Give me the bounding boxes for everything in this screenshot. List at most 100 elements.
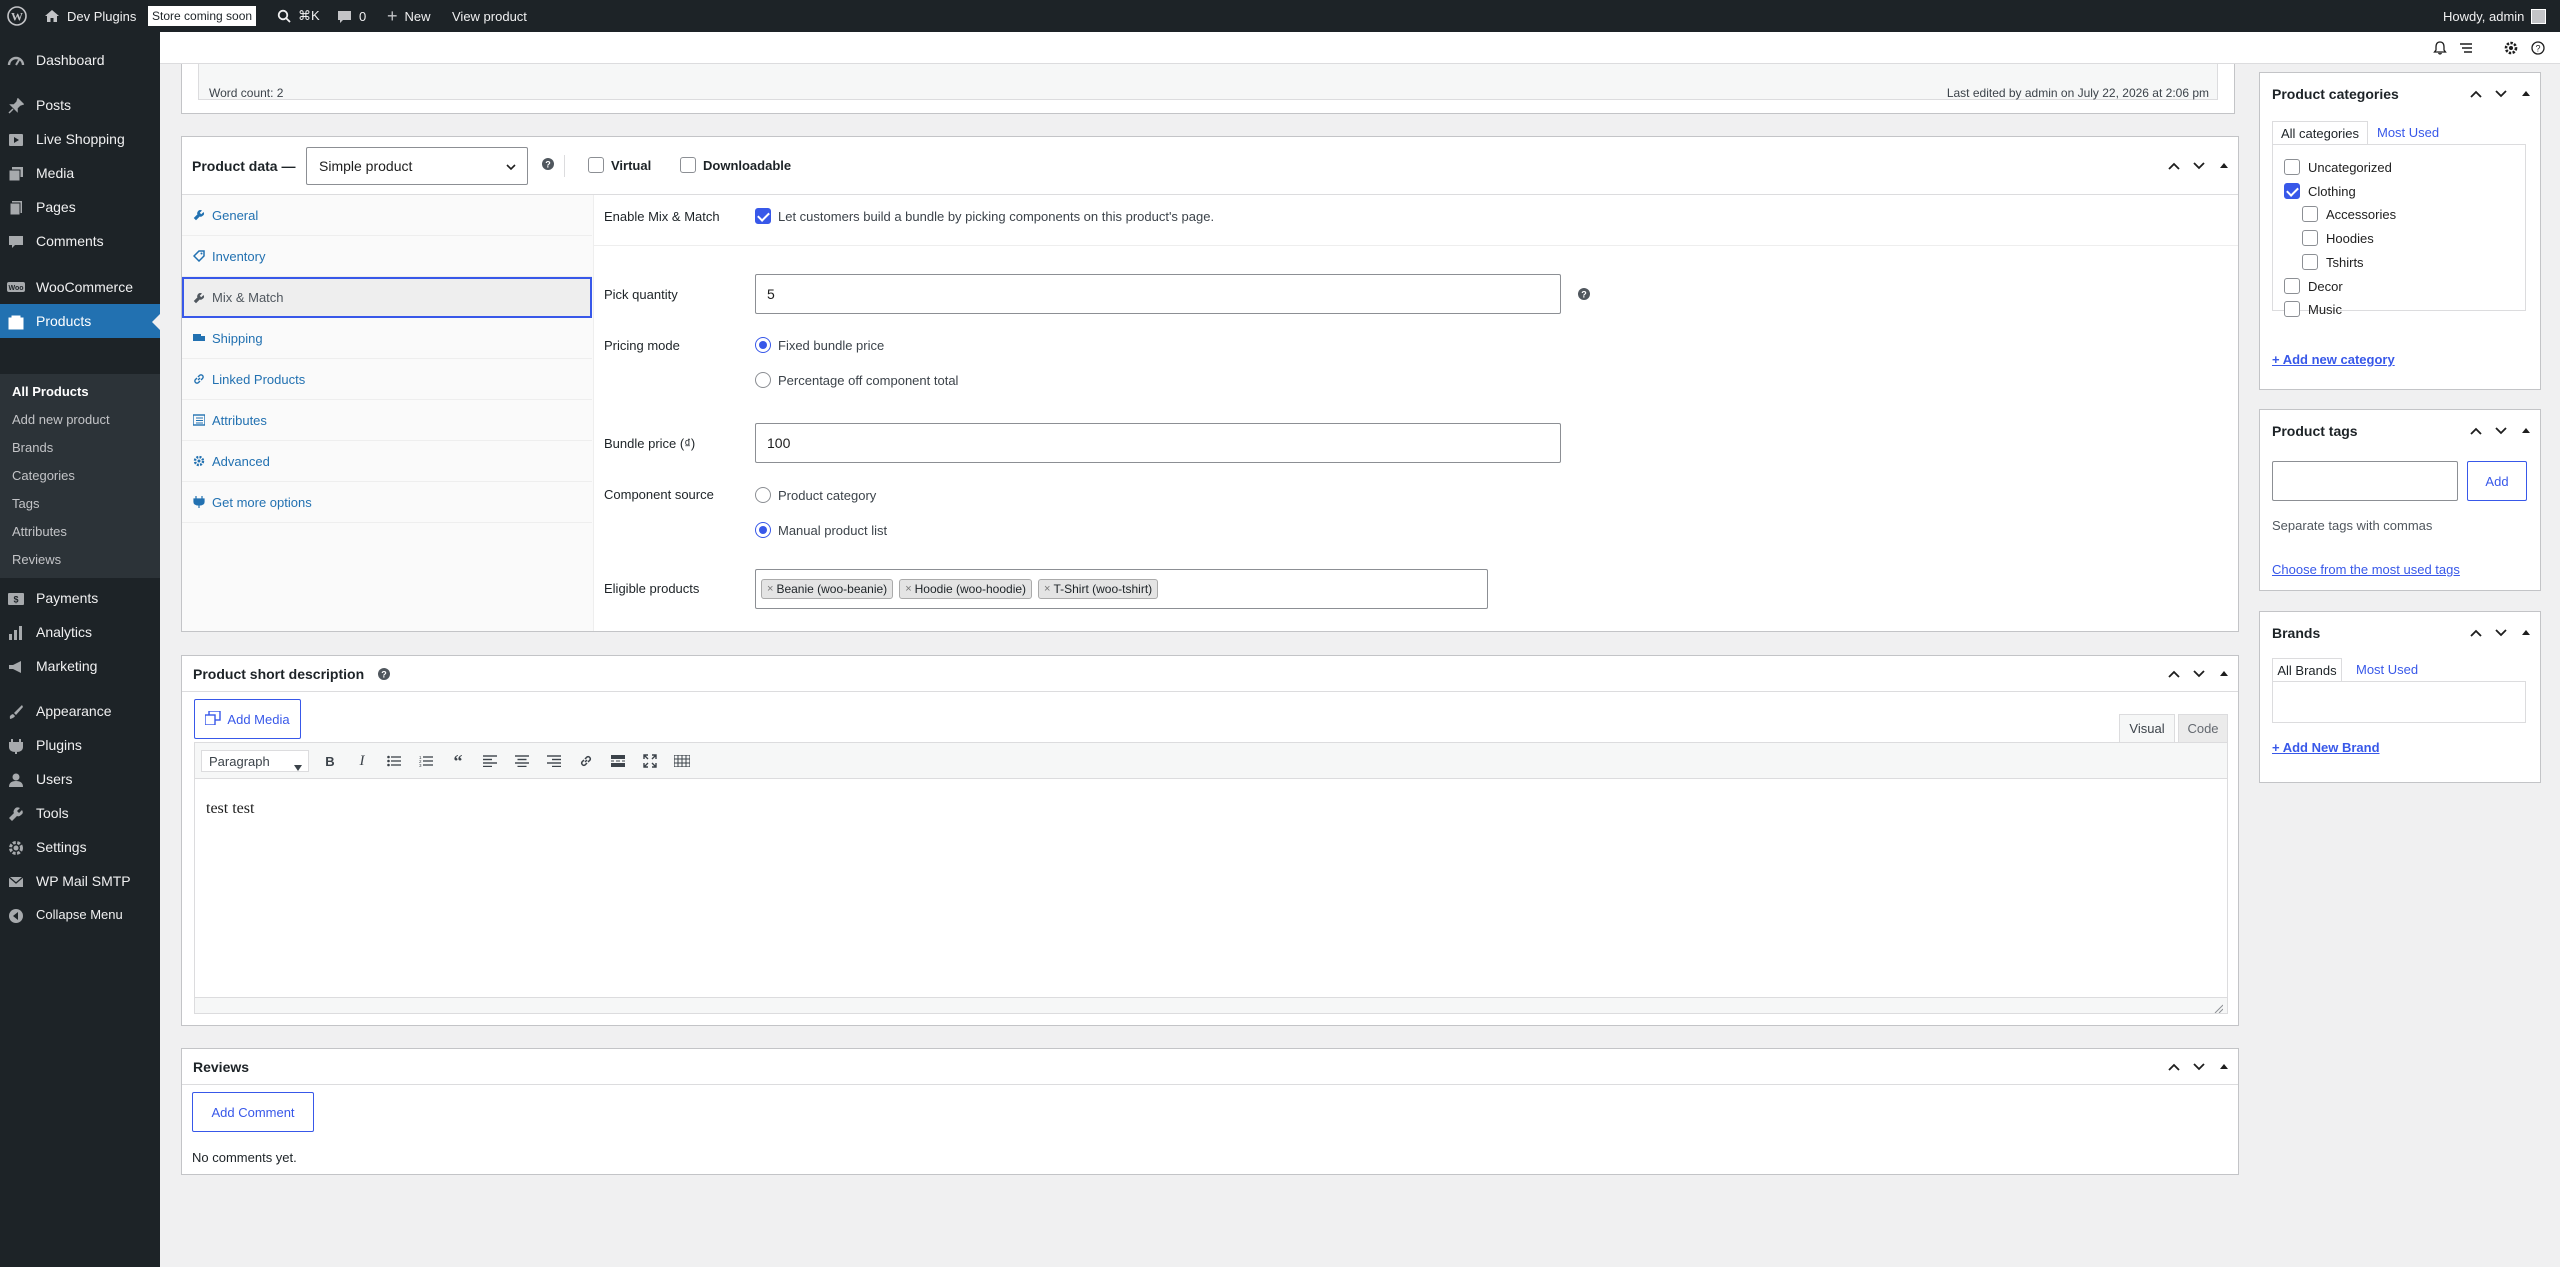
bundle-price-input[interactable]: 100 xyxy=(755,423,1561,463)
menu-posts[interactable]: Posts xyxy=(0,88,160,122)
toggle-panel-icon[interactable] xyxy=(2216,158,2232,174)
numbered-list-icon[interactable]: 123 xyxy=(415,750,437,772)
add-tag-button[interactable]: Add xyxy=(2467,461,2527,501)
help-tip-icon[interactable]: ? xyxy=(378,668,390,683)
toggle-panel-icon[interactable] xyxy=(2518,625,2534,641)
choose-most-used-tags-link[interactable]: Choose from the most used tags xyxy=(2272,562,2460,577)
tab-visual[interactable]: Visual xyxy=(2119,714,2175,742)
category-checkbox[interactable] xyxy=(2284,278,2300,294)
move-down-icon[interactable] xyxy=(2493,625,2509,641)
move-down-icon[interactable] xyxy=(2191,1059,2207,1075)
source-manual-option[interactable]: Manual product list xyxy=(755,522,887,538)
eligible-products-select[interactable]: × Beanie (woo-beanie) × Hoodie (woo-hoodie… xyxy=(755,569,1488,609)
store-status-badge[interactable]: Store coming soon xyxy=(148,0,257,32)
menu-comments[interactable]: Comments xyxy=(0,224,160,258)
category-item[interactable]: Music xyxy=(2284,301,2342,317)
tab-advanced[interactable]: Advanced xyxy=(182,441,592,482)
new-content-link[interactable]: + New xyxy=(387,0,431,32)
add-new-category-link[interactable]: + Add new category xyxy=(2272,352,2395,367)
move-up-icon[interactable] xyxy=(2166,158,2182,174)
tab-all-brands[interactable]: All Brands xyxy=(2272,658,2342,681)
source-category-radio[interactable] xyxy=(755,487,771,503)
submenu-categories[interactable]: Categories xyxy=(12,468,75,483)
add-new-brand-link[interactable]: + Add New Brand xyxy=(2272,740,2380,755)
menu-dashboard[interactable]: Dashboard xyxy=(0,43,160,77)
align-left-icon[interactable] xyxy=(479,750,501,772)
toggle-panel-icon[interactable] xyxy=(2518,86,2534,102)
eligible-product-token[interactable]: × Hoodie (woo-hoodie) xyxy=(899,579,1033,599)
category-checkbox[interactable] xyxy=(2302,206,2318,222)
blockquote-icon[interactable]: “ xyxy=(447,750,469,772)
submenu-all-products[interactable]: All Products xyxy=(12,384,89,399)
pick-quantity-help-icon[interactable]: ? xyxy=(1578,288,1590,303)
virtual-checkbox-box[interactable] xyxy=(588,157,604,173)
tab-all-categories[interactable]: All categories xyxy=(2272,121,2368,144)
menu-pages[interactable]: Pages xyxy=(0,190,160,224)
menu-plugins[interactable]: Plugins xyxy=(0,728,160,762)
fullscreen-icon[interactable] xyxy=(639,750,661,772)
view-product-link[interactable]: View product xyxy=(452,0,527,32)
tab-general[interactable]: General xyxy=(182,195,592,236)
category-checkbox[interactable] xyxy=(2302,230,2318,246)
move-down-icon[interactable] xyxy=(2493,86,2509,102)
tab-shipping[interactable]: Shipping xyxy=(182,318,592,359)
category-item[interactable]: Uncategorized xyxy=(2284,159,2392,175)
eligible-product-token[interactable]: × T-Shirt (woo-tshirt) xyxy=(1038,579,1159,599)
category-item[interactable]: Accessories xyxy=(2302,206,2396,222)
align-right-icon[interactable] xyxy=(543,750,565,772)
tab-get-more-options[interactable]: Get more options xyxy=(182,482,592,523)
downloadable-checkbox[interactable]: Downloadable xyxy=(680,157,791,173)
category-item[interactable]: Clothing xyxy=(2284,183,2356,199)
command-palette-button[interactable]: ⌘K xyxy=(277,0,320,32)
category-checkbox[interactable] xyxy=(2284,183,2300,199)
pricing-percent-radio[interactable] xyxy=(755,372,771,388)
move-up-icon[interactable] xyxy=(2468,86,2484,102)
menu-media[interactable]: Media xyxy=(0,156,160,190)
move-up-icon[interactable] xyxy=(2468,423,2484,439)
move-down-icon[interactable] xyxy=(2493,423,2509,439)
read-more-icon[interactable] xyxy=(607,750,629,772)
remove-token-icon[interactable]: × xyxy=(767,583,773,595)
comments-link[interactable]: 0 xyxy=(337,0,366,32)
wordpress-logo-icon[interactable]: W xyxy=(7,0,29,32)
help-tip-icon[interactable]: ? xyxy=(542,158,554,173)
align-center-icon[interactable] xyxy=(511,750,533,772)
category-checkbox[interactable] xyxy=(2302,254,2318,270)
virtual-checkbox[interactable]: Virtual xyxy=(588,157,651,173)
remove-token-icon[interactable]: × xyxy=(905,583,911,595)
category-item[interactable]: Decor xyxy=(2284,278,2343,294)
tab-mix-match[interactable]: Mix & Match xyxy=(182,277,592,318)
move-down-icon[interactable] xyxy=(2191,666,2207,682)
tab-linked-products[interactable]: Linked Products xyxy=(182,359,592,400)
tab-most-used-categories[interactable]: Most Used xyxy=(2377,125,2439,140)
pricing-fixed-radio[interactable] xyxy=(755,337,771,353)
add-media-button[interactable]: Add Media xyxy=(194,699,301,739)
eligible-product-token[interactable]: × Beanie (woo-beanie) xyxy=(761,579,894,599)
site-name-link[interactable]: Dev Plugins xyxy=(44,0,136,32)
enable-mix-match-checkbox[interactable] xyxy=(755,208,771,224)
pricing-fixed-option[interactable]: Fixed bundle price xyxy=(755,337,884,353)
menu-payments[interactable]: $ Payments xyxy=(0,581,160,615)
move-up-icon[interactable] xyxy=(2468,625,2484,641)
tab-code[interactable]: Code xyxy=(2178,714,2228,742)
menu-woocommerce[interactable]: Woo WooCommerce xyxy=(0,270,160,304)
bold-icon[interactable]: B xyxy=(319,750,341,772)
move-up-icon[interactable] xyxy=(2166,666,2182,682)
toggle-panel-icon[interactable] xyxy=(2518,423,2534,439)
menu-products[interactable]: Products xyxy=(0,304,160,338)
category-checkbox[interactable] xyxy=(2284,301,2300,317)
pick-quantity-input[interactable]: 5 xyxy=(755,274,1561,314)
category-checkbox[interactable] xyxy=(2284,159,2300,175)
tab-most-used-brands[interactable]: Most Used xyxy=(2356,662,2418,677)
product-type-select[interactable]: Simple product xyxy=(306,147,528,185)
menu-users[interactable]: Users xyxy=(0,762,160,796)
menu-wp-mail-smtp[interactable]: WP Mail SMTP xyxy=(0,864,160,898)
new-tag-input[interactable] xyxy=(2272,461,2458,501)
format-select[interactable]: Paragraph xyxy=(201,750,309,772)
submenu-attributes[interactable]: Attributes xyxy=(12,524,67,539)
menu-settings[interactable]: Settings xyxy=(0,830,160,864)
move-down-icon[interactable] xyxy=(2191,158,2207,174)
toggle-panel-icon[interactable] xyxy=(2216,666,2232,682)
link-icon[interactable] xyxy=(575,750,597,772)
move-up-icon[interactable] xyxy=(2166,1059,2182,1075)
